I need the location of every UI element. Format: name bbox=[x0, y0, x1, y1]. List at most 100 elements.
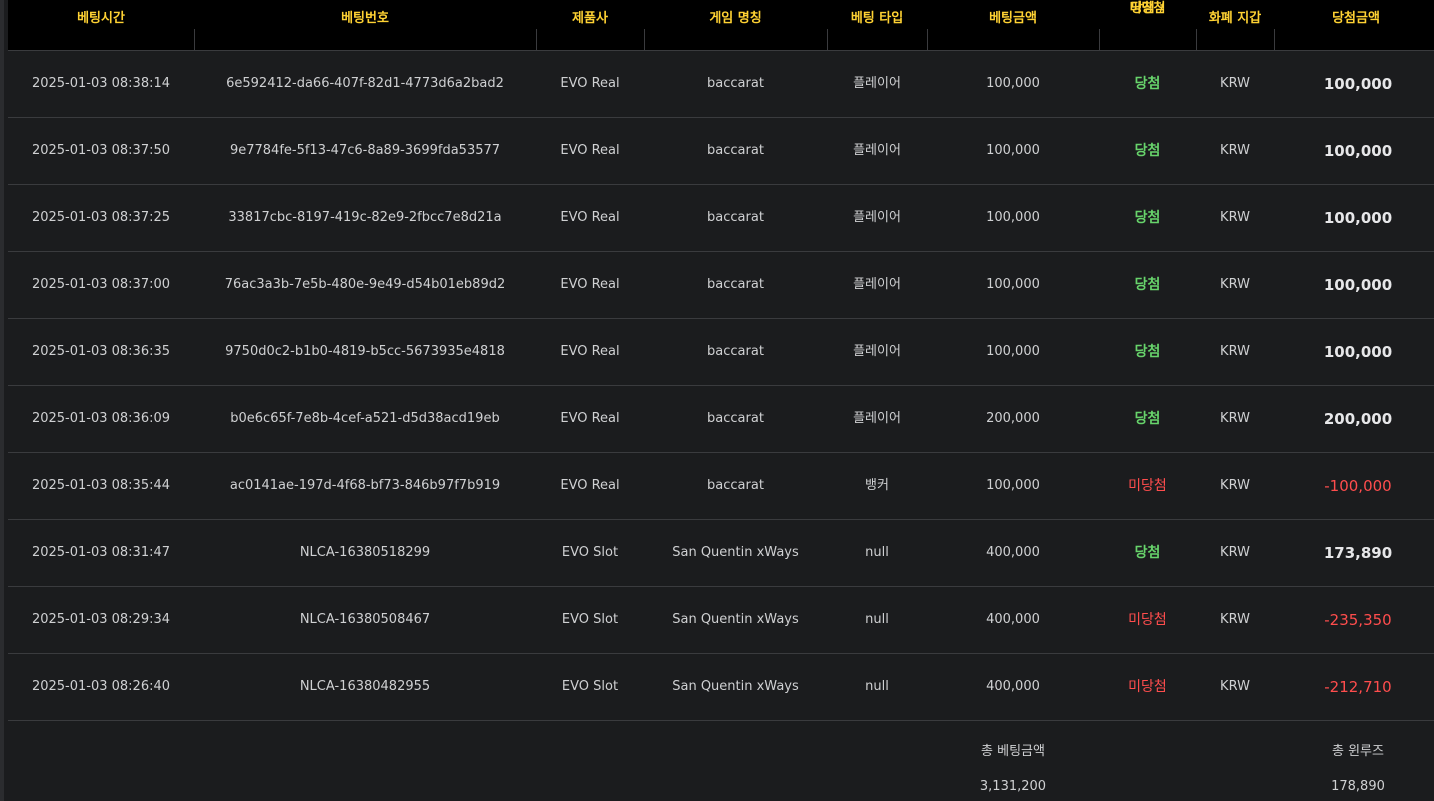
cell-bet-amount: 100,000 bbox=[986, 478, 1040, 493]
col-header-payout[interactable]: 당첨금액 bbox=[1274, 0, 1434, 50]
cell-currency: KRW bbox=[1220, 411, 1250, 426]
cell-payout: -100,000 bbox=[1324, 477, 1392, 495]
cell-currency: KRW bbox=[1220, 478, 1250, 493]
cell-provider: EVO Real bbox=[560, 143, 620, 158]
table-row[interactable]: 2025-01-03 08:38:14 6e592412-da66-407f-82… bbox=[8, 51, 1434, 118]
cell-payout: 100,000 bbox=[1323, 142, 1393, 160]
cell-bet-id: 9e7784fe-5f13-47c6-8a89-3699fda53577 bbox=[229, 143, 501, 158]
cell-bet-id: NLCA-16380508467 bbox=[299, 612, 431, 627]
table-header: 베팅시간 베팅번호 제품사 게임 명칭 베팅 타입 베팅금액 당첨 / 미당첨 화… bbox=[8, 0, 1434, 51]
header-divider bbox=[644, 29, 645, 50]
cell-provider: EVO Real bbox=[560, 210, 620, 225]
col-header-result[interactable]: 당첨 / 미당첨 bbox=[1099, 0, 1196, 50]
col-header-bet-id[interactable]: 베팅번호 bbox=[194, 0, 536, 50]
col-header-currency[interactable]: 화폐 지갑 bbox=[1196, 0, 1274, 50]
table-row[interactable]: 2025-01-03 08:37:50 9e7784fe-5f13-47c6-8a… bbox=[8, 118, 1434, 185]
table-summary: 총 베팅금액 3,131,200 총 윈루즈 178,890 bbox=[8, 721, 1434, 801]
cell-payout: 100,000 bbox=[1323, 343, 1393, 361]
cell-payout: -212,710 bbox=[1324, 678, 1392, 696]
cell-game-name: baccarat bbox=[707, 76, 764, 91]
cell-bet-type: null bbox=[865, 612, 889, 627]
cell-currency: KRW bbox=[1220, 545, 1250, 560]
cell-bet-amount: 400,000 bbox=[986, 679, 1040, 694]
col-header-result-line2: 미당첨 bbox=[1129, 1, 1166, 16]
table-row[interactable]: 2025-01-03 08:37:00 76ac3a3b-7e5b-480e-9e… bbox=[8, 252, 1434, 319]
total-bet-label: 총 베팅금액 bbox=[981, 744, 1045, 759]
cell-bet-amount: 100,000 bbox=[986, 76, 1040, 91]
cell-bet-id: 6e592412-da66-407f-82d1-4773d6a2bad2 bbox=[226, 76, 504, 91]
table-row[interactable]: 2025-01-03 08:36:35 9750d0c2-b1b0-4819-b5… bbox=[8, 319, 1434, 386]
cell-result: 당첨 bbox=[1134, 545, 1161, 561]
table-row[interactable]: 2025-01-03 08:36:09 b0e6c65f-7e8b-4cef-a5… bbox=[8, 386, 1434, 453]
cell-bet-type: 플레이어 bbox=[853, 344, 901, 359]
cell-result: 당첨 bbox=[1134, 277, 1161, 293]
col-header-bet-time[interactable]: 베팅시간 bbox=[8, 0, 194, 50]
cell-result: 당첨 bbox=[1134, 411, 1161, 427]
cell-result: 당첨 bbox=[1134, 143, 1161, 159]
header-divider bbox=[536, 29, 537, 50]
cell-bet-amount: 400,000 bbox=[986, 612, 1040, 627]
cell-payout: 100,000 bbox=[1323, 209, 1393, 227]
cell-bet-type: 플레이어 bbox=[853, 411, 901, 426]
cell-bet-id: NLCA-16380518299 bbox=[299, 545, 431, 560]
cell-bet-type: 뱅커 bbox=[865, 478, 889, 493]
cell-bet-time: 2025-01-03 08:37:25 bbox=[31, 210, 171, 225]
cell-bet-id: 76ac3a3b-7e5b-480e-9e49-d54b01eb89d2 bbox=[224, 277, 506, 292]
cell-game-name: baccarat bbox=[707, 210, 764, 225]
cell-provider: EVO Real bbox=[560, 277, 620, 292]
cell-bet-amount: 400,000 bbox=[986, 545, 1040, 560]
cell-bet-amount: 100,000 bbox=[986, 210, 1040, 225]
cell-bet-amount: 100,000 bbox=[986, 277, 1040, 292]
cell-currency: KRW bbox=[1220, 344, 1250, 359]
cell-bet-id: 9750d0c2-b1b0-4819-b5cc-5673935e4818 bbox=[225, 344, 505, 359]
cell-game-name: San Quentin xWays bbox=[672, 612, 799, 627]
cell-provider: EVO Real bbox=[560, 76, 620, 91]
cell-bet-time: 2025-01-03 08:29:34 bbox=[31, 612, 171, 627]
header-divider bbox=[1099, 29, 1100, 50]
table-row[interactable]: 2025-01-03 08:31:47 NLCA-16380518299 EVO S… bbox=[8, 520, 1434, 587]
cell-result: 당첨 bbox=[1134, 210, 1161, 226]
col-header-provider[interactable]: 제품사 bbox=[536, 0, 644, 50]
cell-bet-type: null bbox=[865, 679, 889, 694]
table-row[interactable]: 2025-01-03 08:37:25 33817cbc-8197-419c-82… bbox=[8, 185, 1434, 252]
cell-bet-type: 플레이어 bbox=[853, 210, 901, 225]
cell-payout: 100,000 bbox=[1323, 276, 1393, 294]
header-divider bbox=[927, 29, 928, 50]
cell-bet-time: 2025-01-03 08:37:50 bbox=[31, 143, 171, 158]
cell-bet-id: ac0141ae-197d-4f68-bf73-846b97f7b919 bbox=[229, 478, 501, 493]
cell-currency: KRW bbox=[1220, 277, 1250, 292]
table-row[interactable]: 2025-01-03 08:29:34 NLCA-16380508467 EVO S… bbox=[8, 587, 1434, 654]
cell-bet-amount: 200,000 bbox=[986, 411, 1040, 426]
table-row[interactable]: 2025-01-03 08:26:40 NLCA-16380482955 EVO S… bbox=[8, 654, 1434, 721]
header-divider bbox=[194, 29, 195, 50]
cell-bet-time: 2025-01-03 08:31:47 bbox=[31, 545, 171, 560]
cell-bet-amount: 100,000 bbox=[986, 143, 1040, 158]
cell-result: 미당첨 bbox=[1128, 679, 1167, 695]
cell-payout: 173,890 bbox=[1323, 544, 1393, 562]
table-body: 2025-01-03 08:38:14 6e592412-da66-407f-82… bbox=[8, 51, 1434, 721]
col-header-bet-amount[interactable]: 베팅금액 bbox=[927, 0, 1099, 50]
cell-payout: 200,000 bbox=[1323, 410, 1393, 428]
cell-provider: EVO Real bbox=[560, 478, 620, 493]
cell-currency: KRW bbox=[1220, 679, 1250, 694]
cell-currency: KRW bbox=[1220, 210, 1250, 225]
cell-result: 미당첨 bbox=[1128, 478, 1167, 494]
cell-bet-time: 2025-01-03 08:37:00 bbox=[31, 277, 171, 292]
col-header-game-name[interactable]: 게임 명칭 bbox=[644, 0, 827, 50]
col-header-bet-type[interactable]: 베팅 타입 bbox=[827, 0, 927, 50]
table-row[interactable]: 2025-01-03 08:35:44 ac0141ae-197d-4f68-bf… bbox=[8, 453, 1434, 520]
cell-result: 당첨 bbox=[1134, 344, 1161, 360]
cell-bet-type: 플레이어 bbox=[853, 143, 901, 158]
header-divider bbox=[1196, 29, 1197, 50]
cell-bet-type: 플레이어 bbox=[853, 76, 901, 91]
cell-bet-time: 2025-01-03 08:38:14 bbox=[31, 76, 171, 91]
cell-bet-amount: 100,000 bbox=[986, 344, 1040, 359]
cell-provider: EVO Real bbox=[560, 344, 620, 359]
cell-game-name: baccarat bbox=[707, 411, 764, 426]
cell-bet-id: 33817cbc-8197-419c-82e9-2fbcc7e8d21a bbox=[228, 210, 502, 225]
cell-bet-time: 2025-01-03 08:36:35 bbox=[31, 344, 171, 359]
cell-payout: -235,350 bbox=[1324, 611, 1392, 629]
cell-provider: EVO Slot bbox=[561, 545, 619, 560]
cell-provider: EVO Slot bbox=[561, 679, 619, 694]
total-winloss-value: 178,890 bbox=[1331, 779, 1385, 794]
